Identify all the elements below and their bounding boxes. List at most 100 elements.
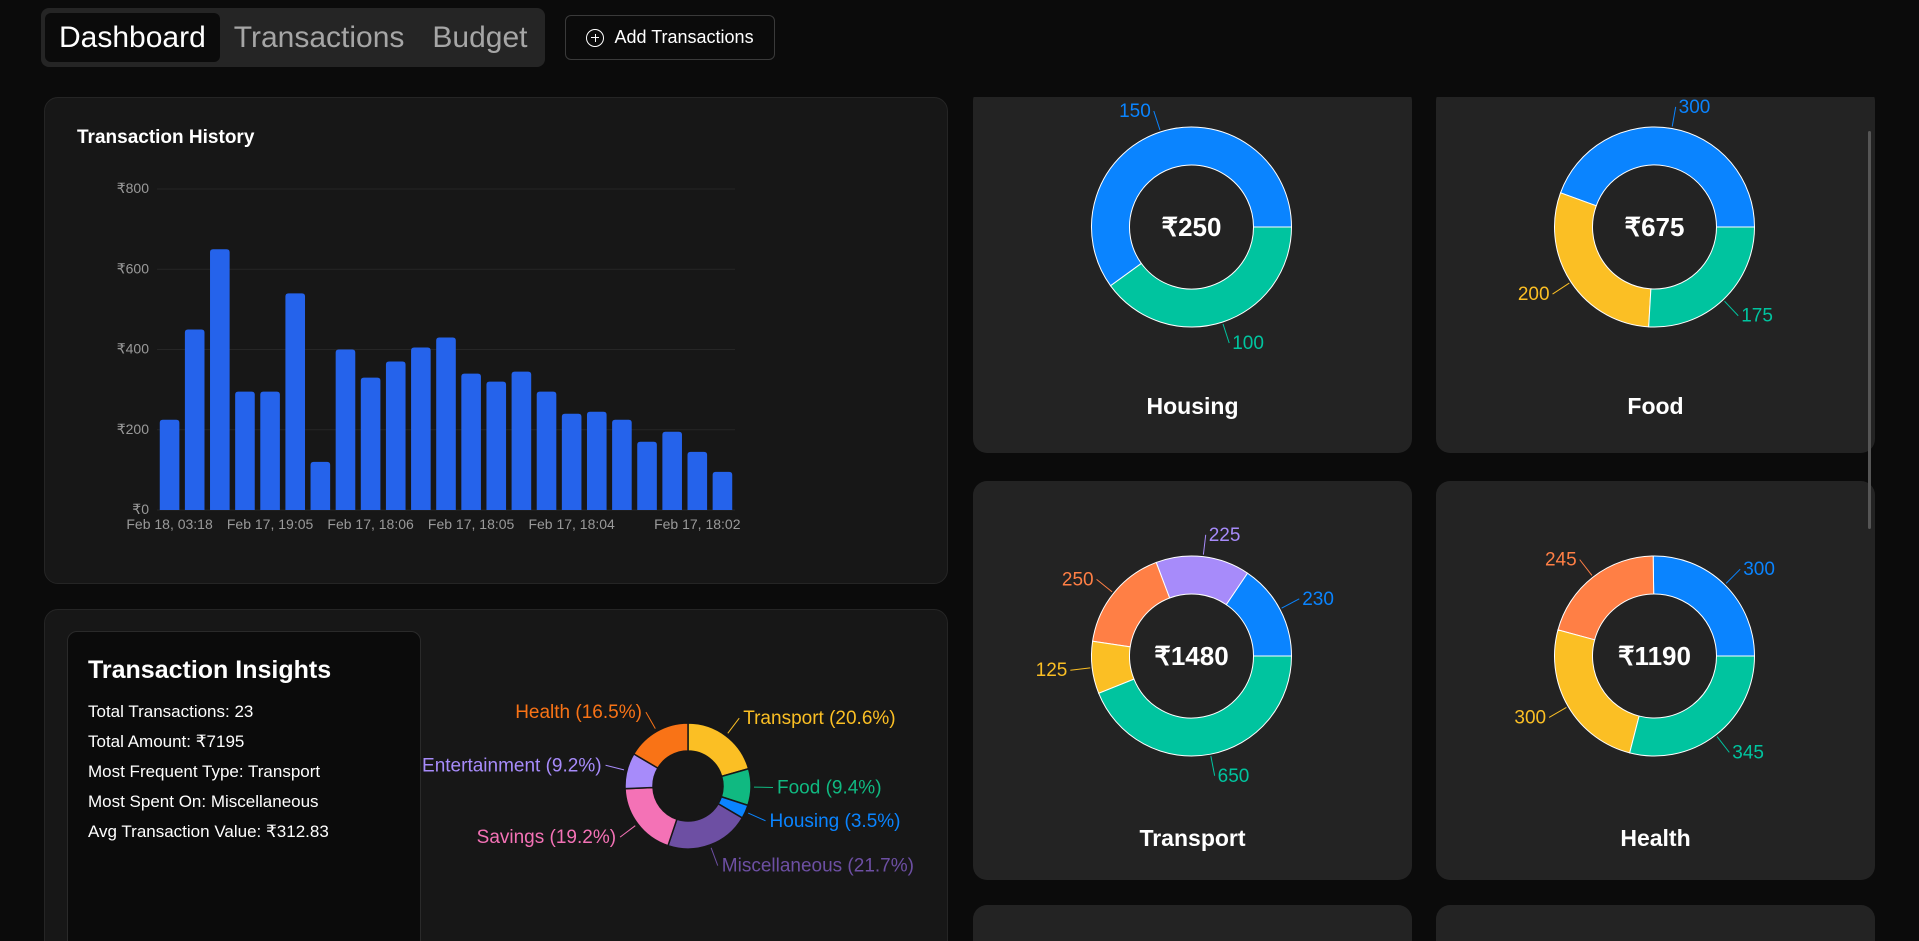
tab-dashboard[interactable]: Dashboard <box>45 13 220 62</box>
donut-slice <box>624 786 678 847</box>
bar <box>486 381 507 510</box>
bar <box>335 349 356 510</box>
slice-label: Transport (20.6%) <box>743 708 895 729</box>
bar <box>184 329 205 510</box>
slice-label: Health (16.5%) <box>515 702 642 723</box>
category-card-transport[interactable]: 230 225 250 125 650 ₹1480 Transport <box>973 481 1412 880</box>
slice-value-label: 245 <box>1545 550 1577 571</box>
leader-line <box>1716 736 1730 753</box>
top-bar: Dashboard Transactions Budget Add Transa… <box>41 8 775 67</box>
leader-line <box>1671 106 1677 127</box>
category-card-partial[interactable] <box>1436 905 1875 941</box>
leader-line <box>727 717 740 734</box>
leader-line <box>710 847 719 866</box>
bar <box>687 451 708 510</box>
category-total: ₹675 <box>1625 212 1685 242</box>
category-total: ₹1190 <box>1618 641 1691 671</box>
donut-slice <box>687 722 750 778</box>
donut-slice <box>667 802 744 850</box>
x-tick-label: Feb 17, 18:04 <box>528 516 615 532</box>
slice-label: Housing (3.5%) <box>770 811 901 832</box>
transaction-history-card: Transaction History ₹0 ₹200 ₹400 ₹600 ₹800 Fe… <box>44 97 948 584</box>
slice-value-label: 125 <box>1036 660 1068 681</box>
bar <box>612 419 632 510</box>
x-tick-label: Feb 18, 03:18 <box>126 516 213 532</box>
health-donut: 300 245 300 345 ₹1190 <box>1514 550 1775 764</box>
bar <box>210 249 230 510</box>
category-total: ₹250 <box>1162 212 1222 242</box>
slice-value-label: 200 <box>1518 284 1550 305</box>
leader-line <box>1202 534 1207 555</box>
y-tick-label: ₹400 <box>117 341 149 357</box>
add-transactions-button[interactable]: Add Transactions <box>565 15 775 60</box>
slice-value-label: 300 <box>1743 559 1775 580</box>
bar <box>461 373 481 510</box>
bar <box>411 347 431 510</box>
category-name: Food <box>1627 393 1684 419</box>
transaction-history-chart: ₹0 ₹200 ₹400 ₹600 ₹800 Feb 18, 03:18 Feb 17, 1… <box>117 180 741 532</box>
category-card-housing[interactable]: 150 100 ₹250 Housing <box>973 97 1412 453</box>
leader-line <box>645 711 656 729</box>
category-total: ₹1480 <box>1154 641 1228 671</box>
transaction-insights-card: Transaction Insights Total Transactions:… <box>44 609 948 941</box>
leader-line <box>1724 300 1739 317</box>
leader-line <box>1725 568 1741 584</box>
slice-value-label: 100 <box>1232 333 1264 354</box>
leader-line <box>748 812 766 822</box>
category-card-food[interactable]: 300 200 175 ₹675 Food <box>1436 97 1875 453</box>
category-card-partial[interactable] <box>973 905 1412 941</box>
leader-line <box>1548 706 1567 718</box>
slice-value-label: 650 <box>1218 766 1250 787</box>
leader-line <box>1153 110 1161 131</box>
x-tick-label: Feb 17, 18:02 <box>654 516 741 532</box>
y-tick-label: ₹600 <box>117 260 149 276</box>
add-transactions-label: Add Transactions <box>614 27 754 47</box>
leader-line <box>1070 667 1091 671</box>
tab-budget[interactable]: Budget <box>418 13 541 62</box>
slice-value-label: 345 <box>1732 742 1764 763</box>
y-tick-label: ₹0 <box>132 501 149 517</box>
category-name: Housing <box>1146 393 1239 419</box>
bar <box>536 391 557 510</box>
panel-scrollbar-thumb[interactable] <box>1868 131 1871 529</box>
x-tick-label: Feb 17, 18:05 <box>428 516 515 532</box>
bar <box>712 471 733 510</box>
leader-line <box>1552 282 1570 295</box>
bar <box>436 337 456 510</box>
bar <box>586 411 607 510</box>
bar <box>235 391 255 510</box>
leader-line <box>1210 756 1216 776</box>
bar <box>260 391 280 510</box>
leader-line <box>619 825 636 838</box>
bar <box>360 377 381 510</box>
slice-value-label: 250 <box>1062 569 1094 590</box>
bar <box>310 461 331 510</box>
slice-value-label: 150 <box>1119 101 1151 122</box>
category-card-health[interactable]: 300 245 300 345 ₹1190 Health <box>1436 481 1875 880</box>
transport-donut: 230 225 250 125 650 ₹1480 <box>1036 525 1334 787</box>
category-name: Transport <box>1139 825 1246 851</box>
leader-line <box>605 764 625 771</box>
x-tick-label: Feb 17, 18:06 <box>327 516 414 532</box>
bar <box>285 293 306 510</box>
leader-line <box>1281 598 1300 609</box>
tab-transactions[interactable]: Transactions <box>220 13 419 62</box>
slice-value-label: 225 <box>1209 525 1241 546</box>
slice-label: Entertainment (9.2%) <box>422 755 602 776</box>
slice-label: Savings (19.2%) <box>477 827 616 848</box>
x-tick-label: Feb 17, 19:05 <box>227 516 314 532</box>
category-name: Health <box>1620 825 1691 851</box>
slice-value-label: 230 <box>1302 589 1334 610</box>
donut-slice <box>1648 226 1756 328</box>
slice-value-label: 300 <box>1514 707 1546 728</box>
slice-label: Miscellaneous (21.7%) <box>722 856 914 877</box>
leader-line <box>1579 559 1593 576</box>
y-tick-label: ₹200 <box>117 421 149 437</box>
bar <box>385 361 406 510</box>
bar <box>511 371 532 510</box>
y-tick-label: ₹800 <box>117 180 149 196</box>
category-cards-panel: 150 100 ₹250 Housing 300 200 175 ₹675 Food 23… <box>972 97 1875 941</box>
slice-value-label: 175 <box>1741 306 1773 327</box>
nav-tabs: Dashboard Transactions Budget <box>41 8 546 67</box>
slice-label: Food (9.4%) <box>777 777 882 798</box>
